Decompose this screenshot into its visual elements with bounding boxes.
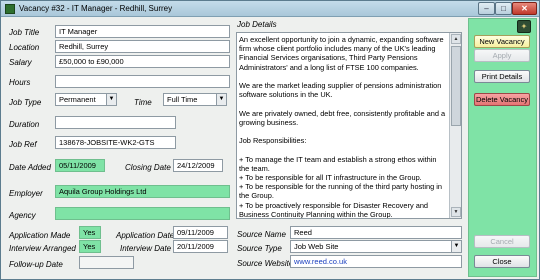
agency-field[interactable] [55, 207, 230, 220]
source-website-label: Source Website [237, 259, 294, 268]
source-website-field[interactable]: www.reed.co.uk [290, 255, 462, 268]
chevron-down-icon[interactable]: ▼ [106, 94, 116, 105]
vacancy-window: Vacancy #32 - IT Manager - Redhill, Surr… [0, 0, 540, 280]
interview-arranged-field[interactable]: Yes [79, 240, 101, 253]
location-field[interactable]: Redhill, Surrey [55, 40, 230, 53]
minimize-button[interactable]: – [478, 2, 495, 15]
location-label: Location [9, 43, 40, 52]
job-ref-field[interactable]: 138678-JOBSITE-WK2-GTS [55, 136, 176, 149]
time-value: Full Time [167, 95, 198, 104]
maximize-button[interactable]: □ [495, 2, 512, 15]
time-label: Time [134, 98, 152, 107]
followup-date-field[interactable] [79, 256, 134, 269]
job-details-text: An excellent opportunity to join a dynam… [239, 35, 446, 219]
details-scrollbar[interactable]: ▲ ▼ [449, 33, 461, 218]
chevron-down-icon[interactable]: ▼ [216, 94, 226, 105]
job-details-textarea[interactable]: An excellent opportunity to join a dynam… [236, 32, 462, 219]
app-icon [5, 4, 15, 14]
job-title-field[interactable]: IT Manager [55, 25, 230, 38]
duration-field[interactable] [55, 116, 176, 129]
hours-label: Hours [9, 78, 31, 87]
date-added-label: Date Added [9, 163, 51, 172]
job-title-label: Job Title [9, 28, 40, 37]
employer-label: Employer [9, 189, 43, 198]
cancel-button[interactable]: Cancel [474, 235, 530, 248]
salary-field[interactable]: £50,000 to £90,000 [55, 55, 230, 68]
new-vacancy-button[interactable]: New Vacancy [474, 35, 530, 48]
application-made-label: Application Made [9, 231, 71, 240]
salary-label: Salary [9, 58, 32, 67]
hours-field[interactable] [55, 75, 230, 88]
time-select[interactable]: Full Time ▼ [163, 93, 227, 106]
close-window-button[interactable]: ✕ [512, 2, 537, 15]
job-ref-label: Job Ref [9, 140, 37, 149]
closing-date-label: Closing Date [125, 163, 171, 172]
interview-arranged-label: Interview Arranged [9, 244, 76, 253]
scroll-thumb[interactable] [451, 46, 461, 126]
application-date-field[interactable]: 09/11/2009 [173, 226, 228, 239]
title-bar[interactable]: Vacancy #32 - IT Manager - Redhill, Surr… [1, 1, 539, 17]
chevron-down-icon[interactable]: ▼ [451, 241, 461, 252]
source-type-select[interactable]: Job Web Site ▼ [290, 240, 462, 253]
agency-label: Agency [9, 211, 36, 220]
interview-date-field[interactable]: 20/11/2009 [173, 240, 228, 253]
source-name-label: Source Name [237, 230, 286, 239]
application-made-field[interactable]: Yes [79, 226, 101, 239]
application-date-label: Application Date [116, 231, 175, 240]
job-type-value: Permanent [59, 95, 96, 104]
date-added-field[interactable]: 05/11/2009 [55, 159, 105, 172]
window-title: Vacancy #32 - IT Manager - Redhill, Surr… [19, 4, 173, 13]
job-type-select[interactable]: Permanent ▼ [55, 93, 117, 106]
interview-date-label: Interview Date [120, 244, 172, 253]
closing-date-field[interactable]: 24/12/2009 [173, 159, 223, 172]
scroll-down-icon[interactable]: ▼ [451, 207, 461, 217]
emblem-icon: ✦ [517, 20, 531, 33]
scroll-up-icon[interactable]: ▲ [451, 34, 461, 44]
source-name-field[interactable]: Reed [290, 226, 462, 239]
delete-vacancy-button[interactable]: Delete Vacancy [474, 93, 530, 106]
source-type-label: Source Type [237, 244, 282, 253]
print-details-button[interactable]: Print Details [474, 70, 530, 83]
employer-field[interactable]: Aquila Group Holdings Ltd [55, 185, 230, 198]
source-website-link[interactable]: www.reed.co.uk [294, 257, 347, 266]
apply-button[interactable]: Apply [474, 49, 530, 62]
job-details-label: Job Details [237, 20, 277, 29]
source-type-value: Job Web Site [294, 242, 339, 251]
close-button[interactable]: Close [474, 255, 530, 268]
job-type-label: Job Type [9, 98, 42, 107]
duration-label: Duration [9, 120, 40, 129]
followup-date-label: Follow-up Date [9, 260, 63, 269]
